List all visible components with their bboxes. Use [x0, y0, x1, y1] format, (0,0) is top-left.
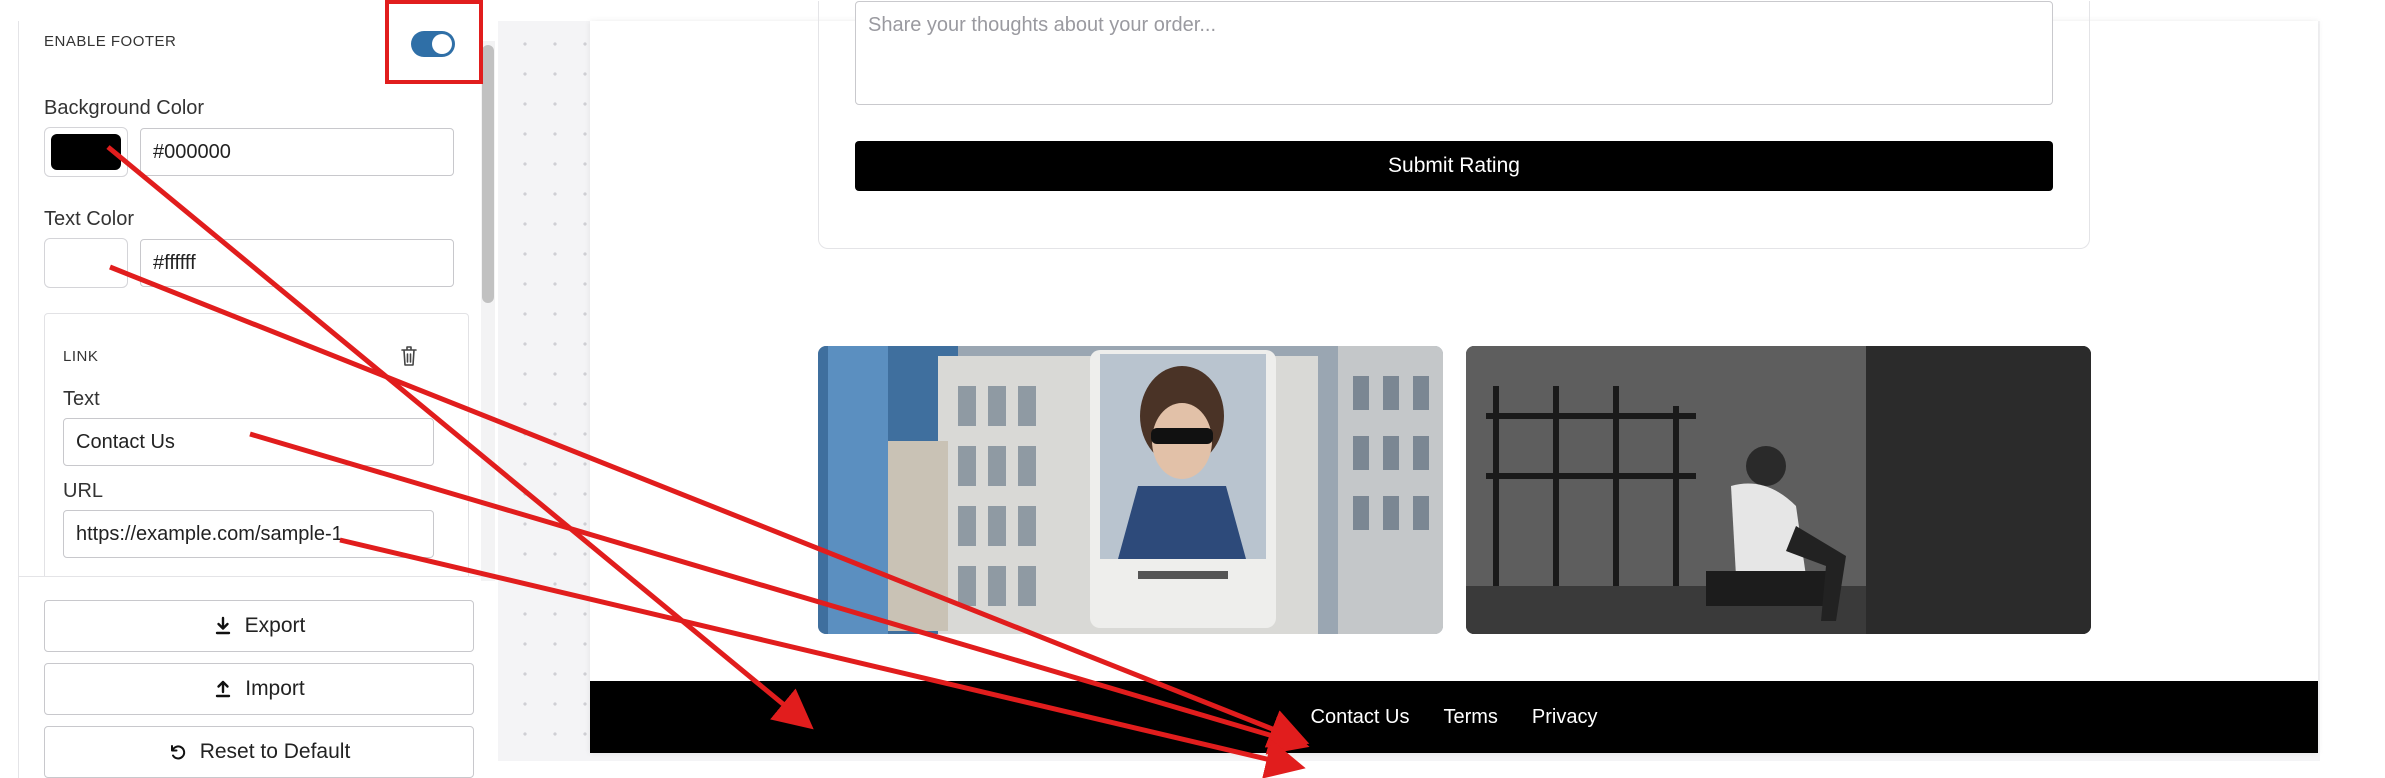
link-url-input[interactable]	[63, 510, 434, 558]
import-button[interactable]: Import	[44, 663, 474, 715]
reset-button-label: Reset to Default	[199, 740, 351, 763]
reset-button[interactable]: Reset to Default	[44, 726, 474, 778]
text-color-swatch[interactable]	[44, 238, 128, 288]
export-button[interactable]: Export	[44, 600, 474, 652]
link-card: LINK Text URL	[44, 313, 469, 576]
feedback-textarea[interactable]	[855, 1, 2053, 105]
trash-icon[interactable]	[399, 344, 419, 368]
text-color-label: Text Color	[44, 208, 135, 230]
annotation-highlight-box	[385, 0, 483, 84]
background-color-preview	[51, 134, 121, 170]
gym-photo	[1466, 346, 2091, 634]
footer-link-terms[interactable]: Terms	[1443, 706, 1497, 729]
link-text-label: Text	[63, 388, 100, 410]
text-color-preview	[51, 245, 121, 281]
link-card-title: LINK	[63, 348, 99, 365]
settings-scrollbar-thumb[interactable]	[482, 45, 494, 303]
download-icon	[215, 616, 230, 635]
settings-panel: ENABLE FOOTER Background Color Text Colo…	[18, 21, 497, 778]
background-color-label: Background Color	[44, 97, 205, 119]
text-color-input[interactable]	[140, 239, 454, 287]
reset-icon	[170, 745, 185, 760]
link-url-label: URL	[63, 480, 104, 502]
section-title-enable-footer: ENABLE FOOTER	[44, 33, 177, 50]
preview-footer: Contact Us Terms Privacy	[590, 681, 2318, 753]
panel-divider	[19, 576, 497, 577]
background-color-input[interactable]	[140, 128, 454, 176]
export-button-label: Export	[244, 614, 306, 637]
settings-scroll-area: ENABLE FOOTER Background Color Text Colo…	[19, 21, 479, 576]
import-button-label: Import	[245, 677, 305, 700]
upload-icon	[216, 680, 231, 698]
preview-page: Submit Rating	[590, 1, 2318, 753]
submit-rating-button[interactable]: Submit Rating	[855, 141, 2053, 191]
link-text-input[interactable]	[63, 418, 434, 466]
billboard-photo	[818, 346, 1443, 634]
background-color-swatch[interactable]	[44, 127, 128, 177]
rating-card: Submit Rating	[818, 1, 2090, 249]
footer-link-contact-us[interactable]: Contact Us	[1311, 706, 1410, 729]
footer-link-privacy[interactable]: Privacy	[1532, 706, 1598, 729]
